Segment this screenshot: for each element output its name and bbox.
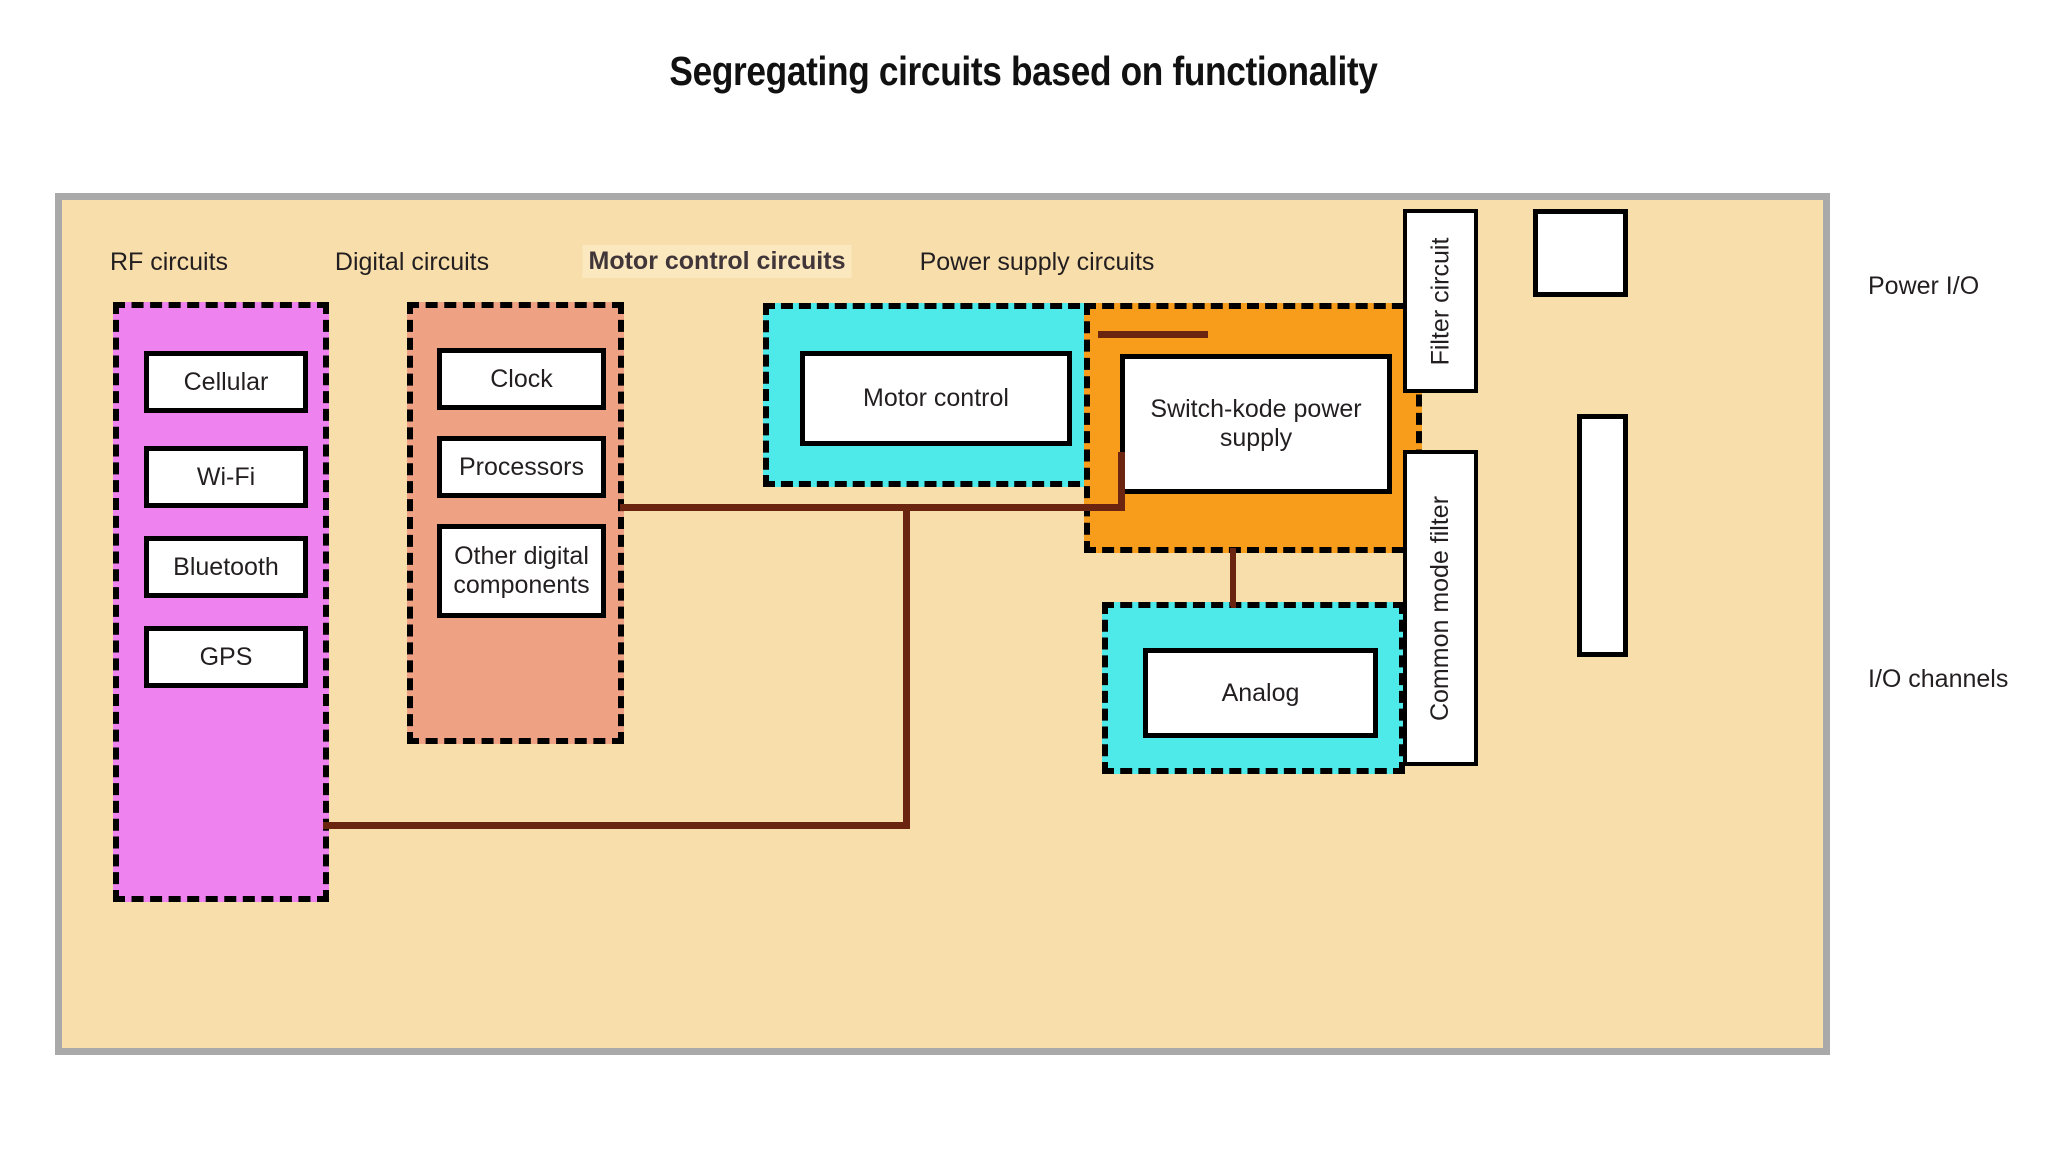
block-bluetooth[interactable]: Bluetooth [144,536,308,598]
group-label-digital: Digital circuits [334,248,490,276]
block-gps[interactable]: GPS [144,626,308,688]
group-rf-circuits[interactable]: Cellular Wi-Fi Bluetooth GPS [113,302,329,902]
block-analog[interactable]: Analog [1143,648,1378,738]
wire-rf-bus-riser [903,504,910,826]
group-analog-circuits[interactable]: Analog [1102,602,1405,774]
block-processors-label: Processors [458,452,585,481]
wire-motor-to-power-supply [1098,331,1208,338]
block-wifi[interactable]: Wi-Fi [144,446,308,508]
block-motor-control-label: Motor control [863,384,1009,412]
pcb-board: RF circuits Digital circuits Motor contr… [55,193,1830,1055]
group-digital-circuits[interactable]: Clock Processors Other digital component… [407,302,624,744]
block-cellular-label: Cellular [183,367,269,396]
group-motor-control-circuits[interactable]: Motor control [763,303,1098,487]
block-filter-circuit-label: Filter circuit [1426,237,1455,365]
block-wifi-label: Wi-Fi [196,462,256,491]
block-switch-mode-power-supply-label: Switch-kode power supply [1150,395,1362,452]
block-gps-label: GPS [199,642,253,671]
group-power-supply-circuits[interactable]: Switch-kode power supply [1084,303,1422,553]
block-clock-label: Clock [490,364,553,393]
block-switch-mode-power-supply[interactable]: Switch-kode power supply [1120,354,1392,494]
block-filter-circuit[interactable]: Filter circuit [1403,209,1478,393]
group-label-power-supply: Power supply circuits [919,248,1155,276]
wire-power-bus-drop [1118,452,1125,507]
block-bluetooth-label: Bluetooth [173,552,279,581]
block-motor-control[interactable]: Motor control [800,351,1072,446]
label-power-io: Power I/O [1868,272,1980,300]
edge-pad-power-io[interactable] [1533,209,1628,297]
block-other-digital-components-label: Other digital components [453,542,590,599]
wire-power-supply-to-analog [1231,548,1236,608]
block-analog-label: Analog [1221,678,1300,707]
block-processors[interactable]: Processors [437,436,606,498]
block-cellular[interactable]: Cellular [144,351,308,413]
block-clock[interactable]: Clock [437,348,606,410]
group-label-motor-control: Motor control circuits [582,245,852,278]
block-common-mode-filter[interactable]: Common mode filter [1403,450,1478,766]
edge-pad-io-channels[interactable] [1577,414,1628,657]
group-label-rf: RF circuits [109,248,229,276]
wire-rf-to-digital-bus [323,822,910,829]
block-common-mode-filter-label: Common mode filter [1426,495,1455,721]
page-title: Segregating circuits based on functional… [669,48,1378,94]
label-io-channels: I/O channels [1868,665,2009,693]
block-other-digital-components[interactable]: Other digital components [437,524,606,618]
wire-digital-to-power-bus [620,504,1125,511]
